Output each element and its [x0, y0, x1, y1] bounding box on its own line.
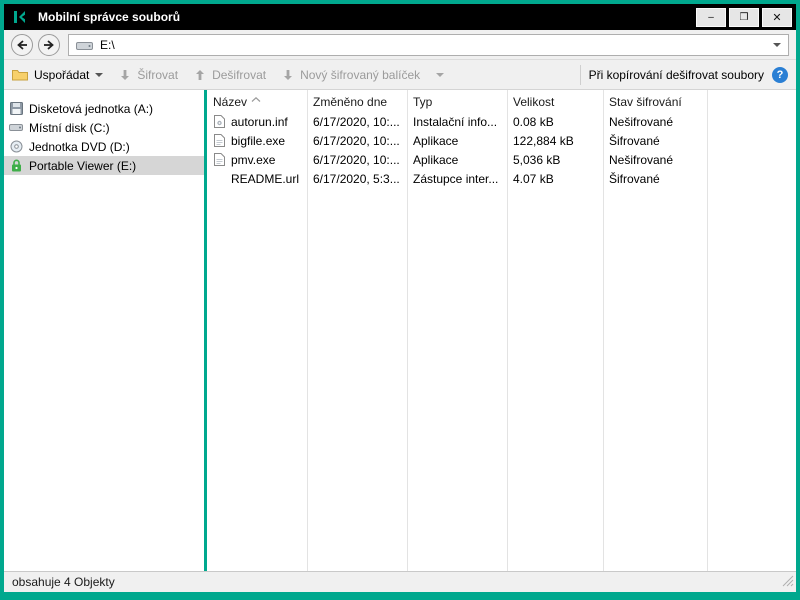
file-type: Aplikace [413, 152, 459, 167]
folder-icon [12, 69, 28, 80]
file-encryption-status: Šifrované [609, 133, 660, 148]
back-arrow-icon [17, 39, 27, 50]
toolbar-more-dropdown-icon[interactable] [436, 72, 445, 77]
hard-disk-icon [9, 122, 23, 133]
file-size: 0.08 kB [513, 114, 554, 129]
new-encrypted-package-button[interactable]: Nový šifrovaný balíček [282, 68, 420, 82]
package-arrow-down-icon [284, 69, 293, 80]
forward-button[interactable] [38, 33, 60, 56]
toolbar: Uspořádat Šifrovat Dešifrovat Nový šifro… [4, 60, 796, 90]
file-modified: 6/17/2020, 10:... [313, 152, 400, 167]
navigation-bar: E:\ [4, 30, 796, 60]
encrypt-arrow-down-icon [121, 69, 130, 80]
encrypt-button[interactable]: Šifrovat [119, 68, 178, 82]
sidebar-item-portable-viewer-e[interactable]: Portable Viewer (E:) [4, 156, 204, 175]
file-size: 5,036 kB [513, 152, 561, 167]
kaspersky-logo-icon [12, 9, 28, 25]
file-encryption-status: Šifrované [609, 171, 660, 186]
maximize-button[interactable]: ❒ [729, 7, 759, 27]
file-type: Instalační info... [413, 114, 498, 129]
file-list-header: Název Změněno dne Typ Velikost Stav šifr… [207, 90, 796, 112]
decrypt-arrow-up-icon [196, 69, 205, 80]
file-type: Zástupce inter... [413, 171, 499, 186]
decrypt-label: Dešifrovat [212, 67, 267, 82]
close-button[interactable]: ✕ [762, 7, 792, 27]
column-separator [407, 90, 408, 571]
encrypt-label: Šifrovat [137, 67, 179, 82]
address-dropdown-icon[interactable] [773, 42, 781, 47]
toolbar-separator [579, 64, 581, 85]
exe-file-icon [213, 134, 226, 147]
file-modified: 6/17/2020, 10:... [313, 114, 400, 129]
sidebar-item-label: Místní disk (C:) [29, 120, 110, 135]
sidebar-item-label: Disketová jednotka (A:) [29, 101, 154, 116]
main-area: Disketová jednotka (A:) Místní disk (C:) [4, 90, 796, 571]
sidebar-item-local-disk-c[interactable]: Místní disk (C:) [4, 118, 204, 137]
minimize-button[interactable]: – [696, 7, 726, 27]
file-name: autorun.inf [231, 114, 288, 129]
help-icon[interactable]: ? [772, 66, 788, 83]
drive-icon [76, 41, 93, 50]
title-bar: Mobilní správce souborů – ❒ ✕ [4, 4, 796, 30]
column-header-modified[interactable]: Změněno dne [307, 95, 407, 109]
dvd-drive-icon [9, 140, 23, 153]
organize-label: Uspořádat [34, 67, 90, 82]
file-list: Název Změněno dne Typ Velikost Stav šifr… [207, 90, 796, 571]
decrypt-on-copy-label[interactable]: Při kopírování dešifrovat soubory [589, 68, 764, 82]
sidebar-item-dvd-d[interactable]: Jednotka DVD (D:) [4, 137, 204, 156]
status-bar: obsahuje 4 Objekty [4, 571, 796, 592]
sidebar-item-label: Portable Viewer (E:) [29, 158, 137, 173]
column-header-size[interactable]: Velikost [507, 95, 603, 109]
forward-arrow-icon [44, 39, 54, 50]
file-encryption-status: Nešifrované [609, 152, 674, 167]
address-bar[interactable]: E:\ [68, 33, 789, 56]
exe-file-icon [213, 153, 226, 166]
app-window: Mobilní správce souborů – ❒ ✕ E:\ Uspořá… [0, 0, 800, 600]
decrypt-button[interactable]: Dešifrovat [194, 68, 266, 82]
organize-button[interactable]: Uspořádat [12, 67, 104, 82]
file-name: bigfile.exe [231, 133, 286, 148]
column-header-name[interactable]: Název [207, 95, 307, 109]
file-size: 4.07 kB [513, 171, 554, 186]
new-package-label: Nový šifrovaný balíček [300, 67, 421, 82]
column-header-encryption-status[interactable]: Stav šifrování [603, 95, 707, 109]
back-button[interactable] [11, 33, 33, 56]
sidebar-item-label: Jednotka DVD (D:) [29, 139, 130, 154]
file-modified: 6/17/2020, 10:... [313, 133, 400, 148]
toolbar-right-group: Při kopírování dešifrovat soubory ? [579, 64, 788, 85]
file-size: 122,884 kB [513, 133, 574, 148]
column-separator [307, 90, 308, 571]
drive-sidebar: Disketová jednotka (A:) Místní disk (C:) [4, 90, 204, 571]
window-title: Mobilní správce souborů [38, 10, 181, 24]
inf-file-icon [213, 115, 226, 128]
column-separator [603, 90, 604, 571]
file-type: Aplikace [413, 133, 459, 148]
lock-icon [9, 159, 23, 172]
floppy-drive-icon [9, 102, 23, 115]
resize-grip[interactable] [782, 575, 794, 590]
window-controls: – ❒ ✕ [696, 7, 792, 27]
file-encryption-status: Nešifrované [609, 114, 674, 129]
organize-dropdown-icon [95, 72, 104, 77]
file-name: README.url [231, 171, 300, 186]
file-name: pmv.exe [231, 152, 276, 167]
column-separator [707, 90, 708, 571]
column-header-type[interactable]: Typ [407, 95, 507, 109]
status-text: obsahuje 4 Objekty [12, 575, 115, 589]
address-text: E:\ [100, 37, 115, 52]
file-modified: 6/17/2020, 5:3... [313, 171, 400, 186]
sidebar-item-floppy-a[interactable]: Disketová jednotka (A:) [4, 99, 204, 118]
column-separator [507, 90, 508, 571]
